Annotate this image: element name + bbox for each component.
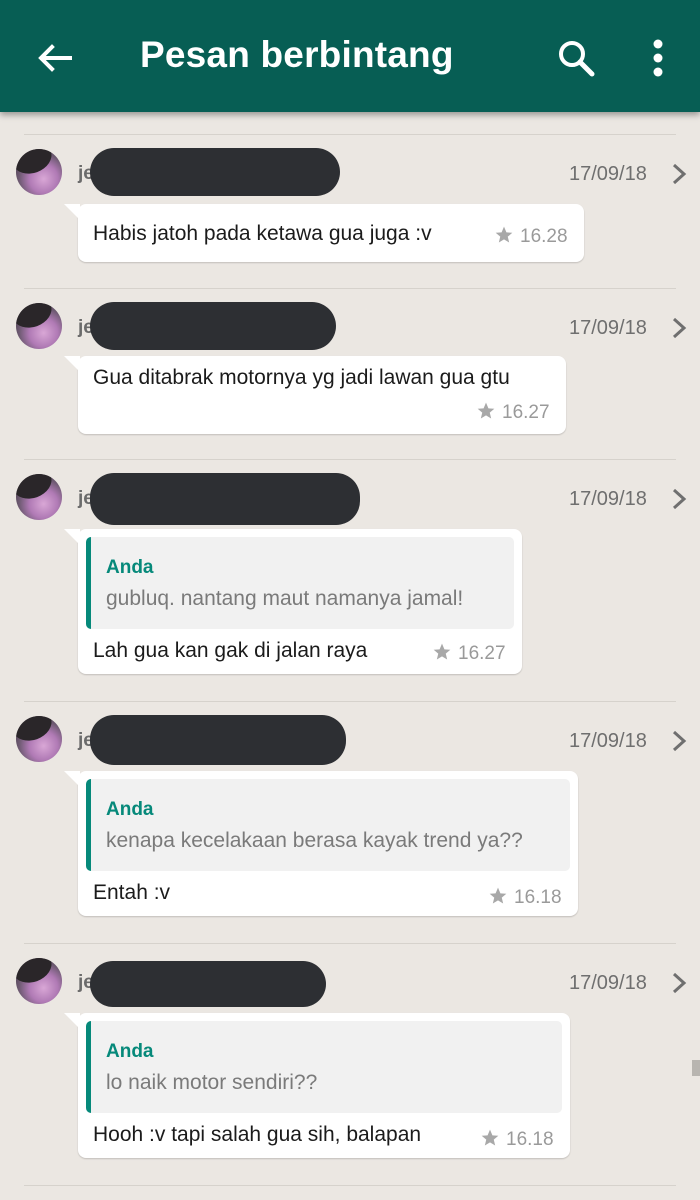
chevron-right-icon[interactable] [668, 162, 690, 186]
avatar [16, 716, 62, 762]
avatar [16, 958, 62, 1004]
message-bubble[interactable]: Habis jatoh pada ketawa gua juga :v 16.2… [64, 204, 584, 262]
back-arrow-icon[interactable] [30, 34, 78, 82]
redacted-name [90, 961, 326, 1007]
starred-messages-list: je 17/09/18 Habis jatoh pada ketawa gua … [0, 112, 700, 1200]
quote-text: gubluq. nantang maut namanya jamal! [106, 587, 464, 610]
message-bubble[interactable]: Anda gubluq. nantang maut namanya jamal!… [64, 529, 522, 674]
message-meta: 16.28 [494, 225, 568, 248]
avatar [16, 149, 62, 195]
quote-author: Anda [106, 557, 154, 578]
message-bubble[interactable]: Anda lo naik motor sendiri?? Hooh :v tap… [64, 1013, 570, 1158]
message-meta: 16.18 [488, 886, 562, 909]
quote-text: kenapa kecelakaan berasa kayak trend ya?… [106, 829, 523, 852]
quoted-message[interactable]: Anda kenapa kecelakaan berasa kayak tren… [86, 779, 570, 871]
divider [24, 701, 676, 702]
quoted-message[interactable]: Anda lo naik motor sendiri?? [86, 1021, 562, 1113]
divider [24, 134, 676, 135]
message-meta: 16.18 [480, 1128, 554, 1151]
message-bubble[interactable]: Gua ditabrak motornya yg jadi lawan gua … [64, 356, 566, 434]
message-date: 17/09/18 [569, 730, 647, 752]
search-icon[interactable] [552, 34, 600, 82]
message-text: Habis jatoh pada ketawa gua juga :v [93, 222, 432, 245]
star-icon [477, 402, 495, 419]
redacted-name [90, 715, 346, 765]
message-text: Gua ditabrak motornya yg jadi lawan gua … [93, 366, 510, 389]
star-icon [495, 226, 513, 243]
scrollbar[interactable] [692, 1060, 700, 1076]
more-vert-icon[interactable] [636, 34, 680, 82]
message-time: 16.18 [506, 1129, 554, 1150]
message-meta: 16.27 [432, 642, 506, 665]
message-time: 16.28 [520, 226, 568, 247]
star-icon [433, 643, 451, 660]
quoted-message[interactable]: Anda gubluq. nantang maut namanya jamal! [86, 537, 514, 629]
message-time: 16.27 [458, 643, 506, 664]
message-text: Hooh :v tapi salah gua sih, balapan [93, 1123, 422, 1146]
avatar [16, 474, 62, 520]
quote-text: lo naik motor sendiri?? [106, 1071, 318, 1094]
message-text: Lah gua kan gak di jalan raya [93, 639, 368, 662]
message-meta: 16.27 [476, 401, 550, 424]
message-date: 17/09/18 [569, 317, 647, 339]
message-date: 17/09/18 [569, 488, 647, 510]
chevron-right-icon[interactable] [668, 971, 690, 995]
star-icon [489, 887, 507, 904]
quote-author: Anda [106, 1041, 154, 1062]
quote-accent-bar [86, 1021, 91, 1113]
avatar [16, 303, 62, 349]
divider [24, 459, 676, 460]
message-date: 17/09/18 [569, 972, 647, 994]
chevron-right-icon[interactable] [668, 316, 690, 340]
message-time: 16.27 [502, 402, 550, 423]
redacted-name [90, 302, 336, 350]
message-time: 16.18 [514, 887, 562, 908]
quote-accent-bar [86, 537, 91, 629]
divider [24, 1185, 676, 1186]
redacted-name [90, 148, 340, 196]
chevron-right-icon[interactable] [668, 729, 690, 753]
page-title: Pesan berbintang [140, 34, 454, 75]
message-date: 17/09/18 [569, 163, 647, 185]
star-icon [481, 1129, 499, 1146]
chevron-right-icon[interactable] [668, 487, 690, 511]
redacted-name [90, 473, 360, 525]
quote-accent-bar [86, 779, 91, 871]
app-bar: Pesan berbintang [0, 0, 700, 112]
divider [24, 943, 676, 944]
message-bubble[interactable]: Anda kenapa kecelakaan berasa kayak tren… [64, 771, 578, 916]
quote-author: Anda [106, 799, 154, 820]
message-text: Entah :v [93, 881, 171, 904]
divider [24, 288, 676, 289]
